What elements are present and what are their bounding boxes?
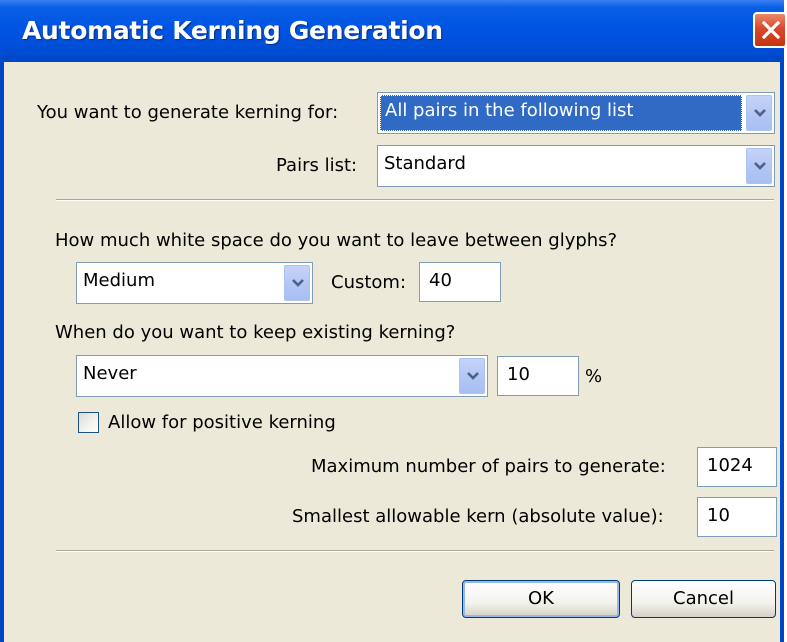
positive-kerning-label[interactable]: Allow for positive kerning <box>108 412 336 433</box>
max-pairs-label: Maximum number of pairs to generate: <box>311 456 666 477</box>
ok-button[interactable]: OK <box>462 580 620 618</box>
title-bar[interactable]: Automatic Kerning Generation <box>0 0 787 62</box>
max-pairs-value: 1024 <box>707 455 753 476</box>
keep-existing-dropdown[interactable]: Never <box>76 355 488 397</box>
keep-existing-percent-input[interactable]: 10 <box>497 356 579 396</box>
white-space-question: How much white space do you want to leav… <box>55 230 618 251</box>
window-frame-left <box>0 62 4 642</box>
cancel-button[interactable]: Cancel <box>631 580 776 618</box>
pairs-list-dropdown-button[interactable] <box>746 148 772 184</box>
window-frame-right <box>780 62 784 642</box>
white-space-value: Medium <box>83 270 155 291</box>
white-space-dropdown-button[interactable] <box>284 265 310 301</box>
chevron-down-icon <box>467 372 479 380</box>
separator <box>56 199 774 201</box>
keep-existing-value: Never <box>83 363 137 384</box>
custom-label: Custom: <box>331 272 407 293</box>
chevron-down-icon <box>754 109 766 117</box>
keep-existing-dropdown-button[interactable] <box>459 358 485 394</box>
smallest-kern-value: 10 <box>707 505 730 526</box>
positive-kerning-checkbox[interactable] <box>78 412 99 433</box>
pairs-list-label: Pairs list: <box>276 155 358 176</box>
max-pairs-input[interactable]: 1024 <box>697 447 777 487</box>
close-button[interactable] <box>753 12 787 48</box>
percent-unit: % <box>585 366 603 387</box>
custom-space-input[interactable]: 40 <box>419 262 501 302</box>
custom-space-value: 40 <box>429 270 452 291</box>
chevron-down-icon <box>754 162 766 170</box>
keep-existing-percent-value: 10 <box>507 364 530 385</box>
window-title: Automatic Kerning Generation <box>22 16 443 45</box>
generate-for-value: All pairs in the following list <box>385 100 634 121</box>
generate-for-dropdown[interactable]: All pairs in the following list <box>377 92 775 134</box>
separator <box>56 550 774 552</box>
chevron-down-icon <box>292 279 304 287</box>
keep-existing-question: When do you want to keep existing kernin… <box>55 322 456 343</box>
close-icon <box>762 21 780 39</box>
pairs-list-value: Standard <box>384 153 466 174</box>
white-space-dropdown[interactable]: Medium <box>76 262 313 304</box>
pairs-list-dropdown[interactable]: Standard <box>377 145 775 187</box>
smallest-kern-label: Smallest allowable kern (absolute value)… <box>292 506 664 527</box>
generate-for-dropdown-button[interactable] <box>746 95 772 131</box>
kerning-dialog: Automatic Kerning Generation You want to… <box>0 0 787 642</box>
smallest-kern-input[interactable]: 10 <box>697 497 777 537</box>
generate-for-label: You want to generate kerning for: <box>37 102 339 123</box>
